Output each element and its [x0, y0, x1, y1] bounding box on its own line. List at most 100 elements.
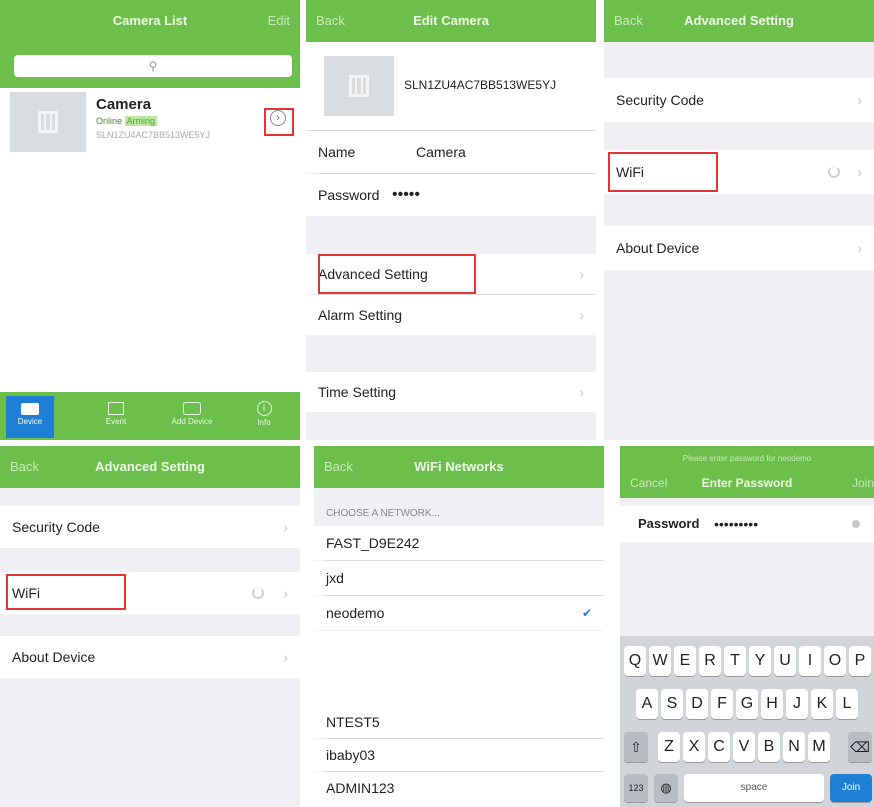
loading-spinner-icon [252, 587, 264, 599]
key-w[interactable]: W [649, 646, 671, 676]
panel-advanced-setting-2: Back Advanced Setting Security Code › Wi… [0, 446, 300, 807]
key-q[interactable]: Q [624, 646, 646, 676]
tab-event[interactable]: Event [92, 396, 140, 438]
panel-camera-list: Camera List Edit ⚲ Camera Online Arming … [0, 0, 300, 440]
navbar: Back WiFi Networks [314, 446, 604, 488]
divider-v-top-2 [596, 0, 604, 440]
key-f[interactable]: F [711, 689, 733, 719]
key-a[interactable]: A [636, 689, 658, 719]
network-item[interactable]: jxd [314, 561, 604, 595]
key-t[interactable]: T [724, 646, 746, 676]
password-row[interactable]: Password ••••••••• [620, 506, 874, 542]
camera-id: SLN1ZU4AC7BB513WE5YJ [404, 78, 557, 92]
numbers-key[interactable]: 123 [624, 774, 648, 802]
menu-item-time-setting[interactable]: Time Setting › [306, 372, 596, 412]
chevron-right-icon: › [857, 164, 862, 180]
key-p[interactable]: P [849, 646, 871, 676]
password-field[interactable]: ••••••••• [714, 506, 758, 542]
menu-item-about-device[interactable]: About Device › [604, 226, 874, 270]
navbar: Camera List Edit [0, 0, 300, 42]
key-s[interactable]: S [661, 689, 683, 719]
chevron-right-icon: › [283, 585, 288, 601]
network-item[interactable]: FAST_D9E242 [314, 526, 604, 560]
backspace-key[interactable]: ⌫ [848, 732, 872, 762]
key-b[interactable]: B [758, 732, 780, 762]
highlight-box [264, 108, 294, 136]
name-row[interactable]: Name Camera [306, 131, 596, 173]
menu-item-about-device[interactable]: About Device › [0, 636, 300, 678]
tab-add-device[interactable]: Add Device [162, 396, 222, 438]
password-row[interactable]: Password ••••• [306, 174, 596, 216]
key-l[interactable]: L [836, 689, 858, 719]
chevron-right-icon: › [283, 649, 288, 665]
status-badge: Arming [124, 116, 158, 126]
checkmark-icon: ✔ [581, 606, 592, 620]
network-item-selected[interactable]: neodemo ✔ [314, 596, 604, 630]
prompt-text: Please enter password for neodemo [682, 454, 812, 463]
chevron-right-icon: › [283, 519, 288, 535]
camera-thumbnail [10, 92, 86, 152]
key-x[interactable]: X [683, 732, 705, 762]
menu-item-security-code[interactable]: Security Code › [604, 78, 874, 122]
camera-status: Online Arming [96, 116, 158, 126]
tab-info[interactable]: i Info [240, 396, 288, 438]
join-nav-button[interactable]: Join [852, 476, 874, 490]
key-u[interactable]: U [774, 646, 796, 676]
menu-item-alarm-setting[interactable]: Alarm Setting › [306, 295, 596, 335]
loading-spinner-icon [828, 166, 840, 178]
key-o[interactable]: O [824, 646, 846, 676]
key-e[interactable]: E [674, 646, 696, 676]
video-icon [21, 403, 39, 415]
search-icon: ⚲ [148, 59, 158, 73]
nav-title: Enter Password [701, 476, 793, 490]
nav-title: Advanced Setting [684, 13, 794, 28]
status-online: Online [96, 116, 123, 126]
shift-key[interactable]: ⇧ [624, 732, 648, 762]
name-field[interactable]: Camera [416, 131, 466, 173]
navbar: Back Advanced Setting [0, 446, 300, 488]
password-label: Password [638, 516, 700, 531]
keyboard: QWERTYUIOP ASDFGHJKL ZXCVBNM ⇧ ⌫ 123 ◍ s… [620, 636, 874, 807]
search-bar: ⚲ [0, 42, 300, 88]
network-item[interactable]: ibaby03 [314, 739, 604, 771]
key-r[interactable]: R [699, 646, 721, 676]
key-y[interactable]: Y [749, 646, 771, 676]
chevron-right-icon: › [579, 266, 584, 282]
network-item[interactable]: ADMIN123 [314, 772, 604, 807]
panel-enter-password: Please enter password for neodemo Cancel… [620, 446, 874, 807]
network-item[interactable]: NTEST5 [314, 706, 604, 738]
key-m[interactable]: M [808, 732, 830, 762]
film-icon [349, 75, 369, 97]
globe-icon[interactable]: ◍ [654, 774, 678, 802]
key-g[interactable]: G [736, 689, 758, 719]
tab-device[interactable]: Device [6, 396, 54, 438]
search-input[interactable]: ⚲ [14, 55, 292, 77]
key-i[interactable]: I [799, 646, 821, 676]
divider-v-bot-1 [300, 446, 314, 807]
key-k[interactable]: K [811, 689, 833, 719]
highlight-box [6, 574, 126, 610]
chevron-right-icon: › [579, 384, 584, 400]
space-key[interactable]: space [684, 774, 824, 802]
key-j[interactable]: J [786, 689, 808, 719]
key-z[interactable]: Z [658, 732, 680, 762]
clear-icon[interactable] [852, 520, 860, 528]
camera-id: SLN1ZU4AC7BB513WE5YJ [96, 130, 211, 140]
highlight-box [608, 152, 718, 192]
highlight-box [318, 254, 476, 294]
camera-list-item[interactable]: Camera Online Arming SLN1ZU4AC7BB513WE5Y… [0, 88, 300, 160]
menu-item-security-code[interactable]: Security Code › [0, 506, 300, 548]
key-d[interactable]: D [686, 689, 708, 719]
section-header: CHOOSE A NETWORK... [326, 508, 440, 519]
password-field[interactable]: ••••• [392, 174, 420, 216]
key-v[interactable]: V [733, 732, 755, 762]
network-list-gap [314, 631, 604, 706]
join-key[interactable]: Join [830, 774, 872, 802]
panel-wifi-networks: Back WiFi Networks CHOOSE A NETWORK... F… [314, 446, 604, 807]
add-device-icon [183, 402, 201, 415]
key-c[interactable]: C [708, 732, 730, 762]
key-n[interactable]: N [783, 732, 805, 762]
key-h[interactable]: H [761, 689, 783, 719]
divider-h [0, 440, 874, 446]
edit-button[interactable]: Edit [268, 0, 290, 42]
